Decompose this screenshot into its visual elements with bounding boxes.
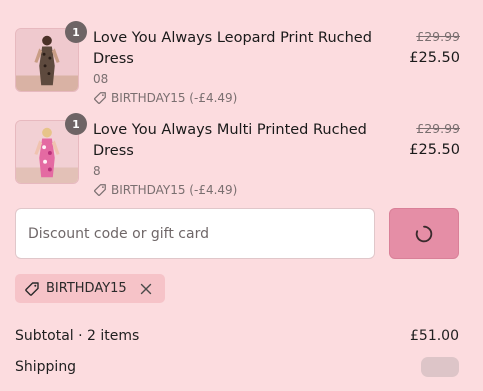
discounted-price: £25.50	[409, 50, 460, 66]
price-block: £29.99 £25.50	[409, 28, 460, 68]
product-info: Love You Always Leopard Print Ruched Dre…	[93, 28, 383, 106]
price-block: £29.99 £25.50	[409, 120, 460, 160]
applied-discount-label: BIRTHDAY15	[46, 281, 127, 296]
original-price: £29.99	[416, 29, 460, 44]
applied-discount-tag: BIRTHDAY15	[15, 274, 165, 303]
product-variant: 8	[93, 164, 101, 178]
close-icon	[140, 283, 151, 294]
discounted-price: £25.50	[409, 142, 460, 158]
tag-icon	[94, 184, 106, 196]
tag-icon	[25, 281, 39, 296]
line-discount: BIRTHDAY15 (-£4.49)	[93, 182, 383, 198]
product-name: Love You Always Multi Printed Ruched Dre…	[93, 122, 367, 159]
quantity-badge: 1	[65, 21, 87, 43]
remove-discount-button[interactable]	[137, 280, 155, 298]
product-variant: 08	[93, 72, 109, 86]
tag-icon	[94, 92, 106, 104]
shipping-row: Shipping	[15, 357, 459, 377]
shipping-value-loading	[421, 357, 459, 377]
line-discount-label: BIRTHDAY15 (-£4.49)	[111, 183, 238, 197]
line-discount: BIRTHDAY15 (-£4.49)	[93, 90, 383, 106]
subtotal-row: Subtotal · 2 items £51.00	[15, 326, 459, 346]
cart-line-item: 1 Love You Always Multi Printed Ruched D…	[15, 113, 460, 197]
cart-line-item: 1 Love You Always Leopard Print Ruched D…	[15, 21, 460, 105]
quantity-badge: 1	[65, 113, 87, 135]
discount-code-input[interactable]	[15, 208, 375, 259]
product-name: Love You Always Leopard Print Ruched Dre…	[93, 30, 372, 67]
spinner-icon	[415, 225, 433, 242]
shipping-label: Shipping	[15, 359, 77, 375]
line-discount-label: BIRTHDAY15 (-£4.49)	[111, 91, 238, 105]
subtotal-label: Subtotal · 2 items	[15, 328, 140, 344]
original-price: £29.99	[416, 121, 460, 136]
apply-discount-button[interactable]	[389, 208, 459, 259]
product-info: Love You Always Multi Printed Ruched Dre…	[93, 120, 383, 198]
subtotal-value: £51.00	[410, 328, 459, 344]
